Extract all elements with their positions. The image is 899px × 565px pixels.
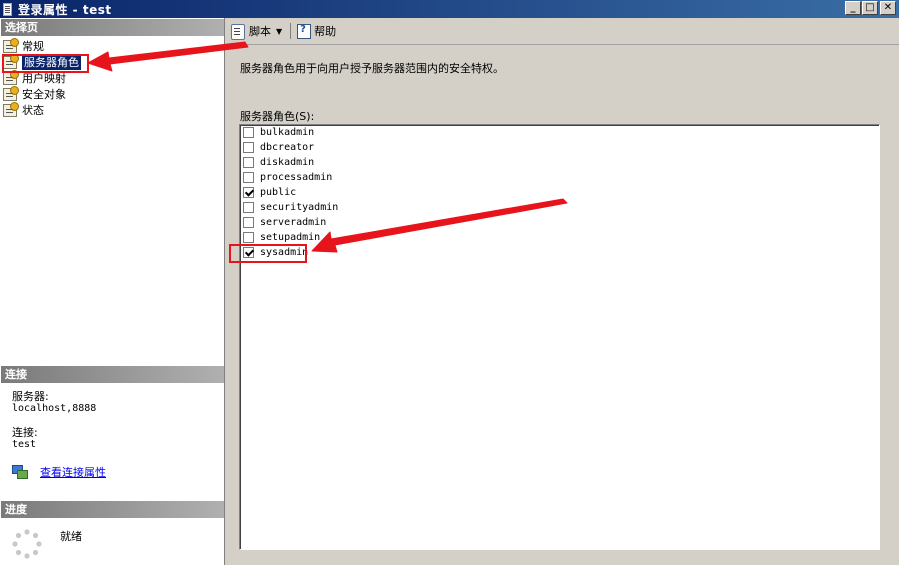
main-content: 服务器角色用于向用户授予服务器范围内的安全特权。 服务器角色(S): bulka… <box>226 46 899 565</box>
role-item-dbcreator[interactable]: dbcreator <box>240 140 879 155</box>
left-pane: 选择页 常规 服务器角色 用户映射 安全对象 状态 连接 服务器: localh… <box>0 18 225 565</box>
role-checkbox[interactable] <box>243 172 254 183</box>
role-checkbox[interactable] <box>243 142 254 153</box>
page-icon <box>3 53 19 69</box>
role-checkbox[interactable] <box>243 232 254 243</box>
role-checkbox[interactable] <box>243 187 254 198</box>
role-item-processadmin[interactable]: processadmin <box>240 170 879 185</box>
role-checkbox[interactable] <box>243 217 254 228</box>
help-button[interactable]: 帮助 <box>294 21 339 41</box>
page-item-label: 服务器角色 <box>22 54 81 70</box>
script-button[interactable]: 脚本 ▼ <box>226 21 287 41</box>
role-item-setupadmin[interactable]: setupadmin <box>240 230 879 245</box>
close-button[interactable]: ✕ <box>880 1 896 15</box>
view-connection-properties-row: 查看连接属性 <box>12 464 106 480</box>
progress-status: 就绪 <box>60 530 82 543</box>
page-item-general[interactable]: 常规 <box>3 37 218 54</box>
role-checkbox[interactable] <box>243 247 254 258</box>
page-icon <box>3 69 19 85</box>
page-description: 服务器角色用于向用户授予服务器范围内的安全特权。 <box>240 62 504 75</box>
page-list: 常规 服务器角色 用户映射 安全对象 状态 <box>3 37 218 118</box>
role-checkbox[interactable] <box>243 202 254 213</box>
page-item-label: 状态 <box>22 104 44 117</box>
progress-spinner-icon <box>12 529 42 559</box>
page-item-securables[interactable]: 安全对象 <box>3 85 218 102</box>
view-connection-properties-link[interactable]: 查看连接属性 <box>40 464 106 480</box>
role-item-public[interactable]: public <box>240 185 879 200</box>
role-item-sysadmin[interactable]: sysadmin <box>240 245 879 260</box>
server-value: localhost,8888 <box>12 403 97 414</box>
document-icon <box>3 2 12 16</box>
page-item-user-mapping[interactable]: 用户映射 <box>3 69 218 86</box>
page-item-label: 安全对象 <box>22 88 66 101</box>
script-icon <box>231 23 245 40</box>
page-icon <box>3 101 19 117</box>
toolbar: 脚本 ▼ 帮助 <box>226 18 899 45</box>
page-icon <box>3 85 19 101</box>
role-checkbox[interactable] <box>243 127 254 138</box>
window-controls: _ □ ✕ <box>844 1 896 15</box>
title-bar: 登录属性 - test _ □ ✕ <box>0 0 899 18</box>
role-name: setupadmin <box>260 232 321 243</box>
server-roles-label: 服务器角色(S): <box>240 110 315 123</box>
role-checkbox[interactable] <box>243 157 254 168</box>
maximize-button[interactable]: □ <box>862 1 878 15</box>
connection-value: test <box>12 439 37 450</box>
script-label: 脚本 <box>249 25 271 38</box>
connection-label: 连接: <box>12 426 38 439</box>
page-item-server-roles[interactable]: 服务器角色 <box>3 53 218 70</box>
server-roles-list: bulkadmin dbcreator diskadmin processadm… <box>239 124 880 550</box>
role-name: bulkadmin <box>260 127 315 138</box>
role-item-bulkadmin[interactable]: bulkadmin <box>240 125 879 140</box>
select-page-header: 选择页 <box>1 19 224 36</box>
role-item-serveradmin[interactable]: serveradmin <box>240 215 879 230</box>
page-item-status[interactable]: 状态 <box>3 101 218 118</box>
connection-properties-icon <box>12 465 28 479</box>
role-name: sysadmin <box>260 247 309 258</box>
role-name: public <box>260 187 297 198</box>
chevron-down-icon[interactable]: ▼ <box>276 27 282 36</box>
role-item-securityadmin[interactable]: securityadmin <box>240 200 879 215</box>
role-name: securityadmin <box>260 202 339 213</box>
minimize-button[interactable]: _ <box>845 1 861 15</box>
role-name: processadmin <box>260 172 333 183</box>
connection-header: 连接 <box>1 366 224 383</box>
help-icon <box>297 23 312 39</box>
server-label: 服务器: <box>12 390 49 403</box>
role-item-diskadmin[interactable]: diskadmin <box>240 155 879 170</box>
toolbar-separator <box>290 23 292 39</box>
page-item-label: 用户映射 <box>22 72 66 85</box>
page-item-label: 常规 <box>22 40 44 53</box>
help-label: 帮助 <box>314 25 337 38</box>
role-name: serveradmin <box>260 217 327 228</box>
window-title: 登录属性 - test <box>18 2 112 17</box>
role-name: diskadmin <box>260 157 315 168</box>
connection-info: 服务器: localhost,8888 连接: test <box>12 391 96 451</box>
progress-header: 进度 <box>1 501 224 518</box>
role-name: dbcreator <box>260 142 315 153</box>
page-icon <box>3 37 19 53</box>
